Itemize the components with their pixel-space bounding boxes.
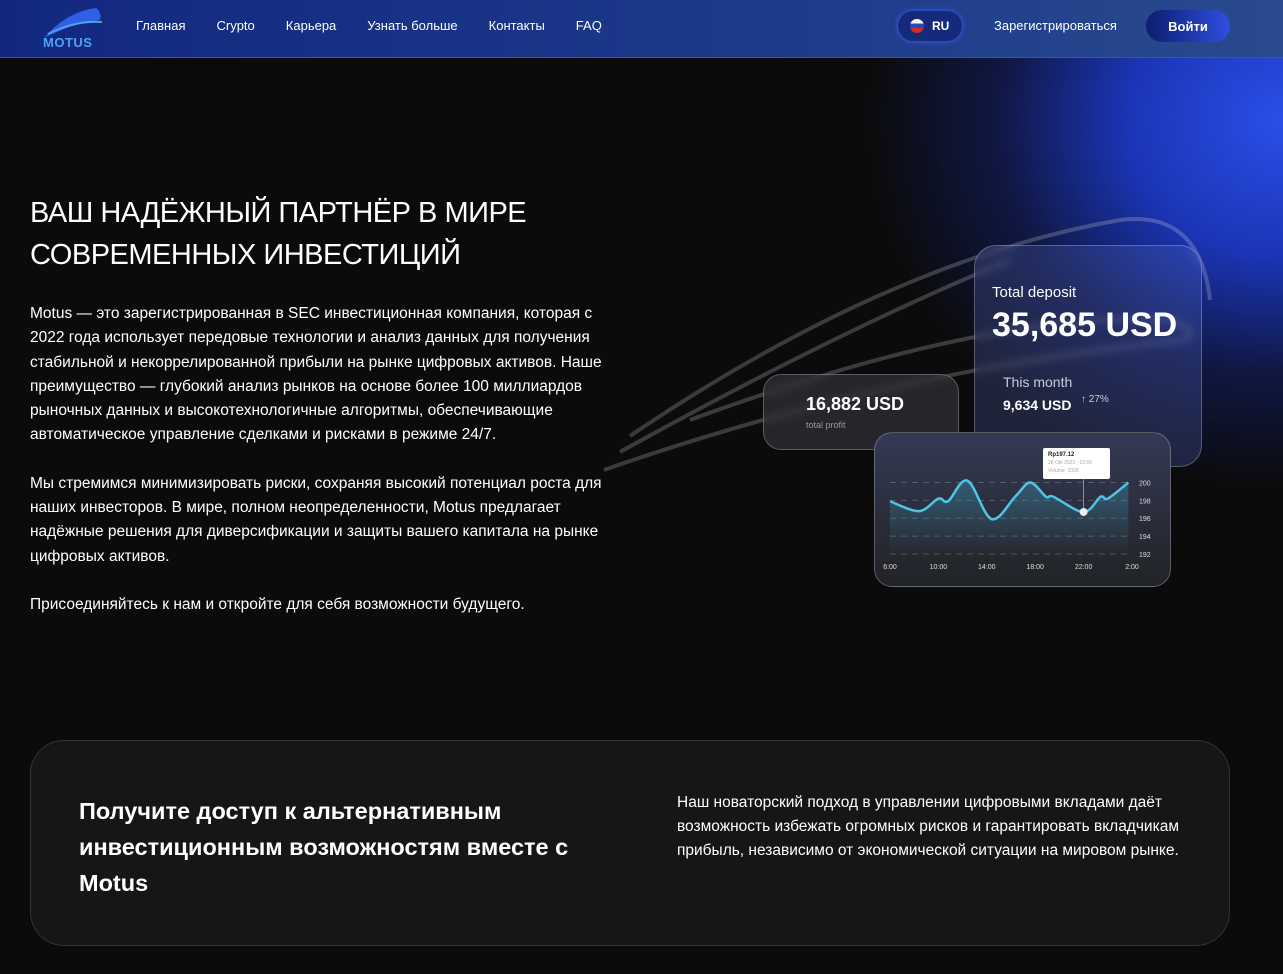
main-nav: Главная Crypto Карьера Узнать больше Кон… (136, 18, 602, 33)
price-chart: 200 198 196 194 192 6:00 10:00 14:00 18:00 22:00 2… (883, 448, 1151, 571)
x-tick-label: 14:00 (978, 564, 996, 571)
profit-value: 16,882 USD (806, 394, 905, 414)
profit-label: total profit (806, 420, 846, 430)
x-tick-label: 22:00 (1075, 564, 1093, 571)
russia-flag-icon (910, 19, 924, 33)
register-link[interactable]: Зарегистрироваться (994, 18, 1117, 33)
login-button[interactable]: Войти (1146, 10, 1230, 42)
hero-paragraph: Мы стремимся минимизировать риски, сохра… (30, 474, 602, 565)
month-value: 9,634 USD (1003, 397, 1072, 413)
nav-career[interactable]: Карьера (286, 18, 337, 33)
tooltip-point (1079, 507, 1088, 516)
language-switcher[interactable]: RU (898, 11, 962, 41)
tooltip-text: 28 Okt 2023 - 22:00 (1048, 460, 1092, 466)
tooltip-text: Rp197.12 (1048, 452, 1075, 458)
features-banner: Получите доступ к альтернативным инвести… (30, 740, 1230, 946)
price-chart-card: 200 198 196 194 192 6:00 10:00 14:00 18:00 22:00 2… (874, 432, 1171, 587)
y-tick-label: 198 (1139, 498, 1151, 505)
logo-text: MOTUS (43, 35, 93, 50)
hero-paragraph: Motus — это зарегистрированная в SEC инв… (30, 305, 602, 444)
top-nav: MOTUS Главная Crypto Карьера Узнать боль… (0, 0, 1283, 58)
x-tick-label: 6:00 (883, 564, 897, 571)
banner-text: Наш новаторский подход в управлении цифр… (677, 794, 1179, 859)
tooltip-text: Volume: 102K (1048, 468, 1080, 474)
y-tick-label: 192 (1139, 552, 1151, 559)
nav-crypto[interactable]: Crypto (216, 18, 254, 33)
month-change: ↑ 27% (1081, 394, 1109, 405)
language-code: RU (932, 19, 950, 33)
nav-contacts[interactable]: Контакты (489, 18, 545, 33)
month-label: This month (1003, 374, 1073, 390)
nav-learn-more[interactable]: Узнать больше (367, 18, 457, 33)
banner-title: Получите доступ к альтернативным инвести… (79, 798, 569, 896)
nav-faq[interactable]: FAQ (576, 18, 602, 33)
deposit-label: Total deposit (992, 284, 1077, 301)
x-tick-label: 2:00 (1125, 564, 1139, 571)
hero-description: Motus — это зарегистрированная в SEC инв… (30, 302, 630, 641)
chart-area (890, 480, 1129, 554)
x-tick-label: 10:00 (930, 564, 948, 571)
hero-paragraph: Присоединяйтесь к нам и откройте для себ… (30, 595, 525, 613)
nav-home[interactable]: Главная (136, 18, 185, 33)
x-tick-label: 18:00 (1026, 564, 1044, 571)
logo[interactable]: MOTUS (36, 4, 106, 52)
y-tick-label: 194 (1139, 534, 1151, 541)
y-tick-label: 196 (1139, 516, 1151, 523)
deposit-value: 35,685 USD (992, 306, 1178, 344)
hero-title: ВАШ НАДЁЖНЫЙ ПАРТНЁР В МИРЕ СОВРЕМЕННЫХ … (30, 197, 527, 271)
y-tick-label: 200 (1139, 480, 1151, 487)
